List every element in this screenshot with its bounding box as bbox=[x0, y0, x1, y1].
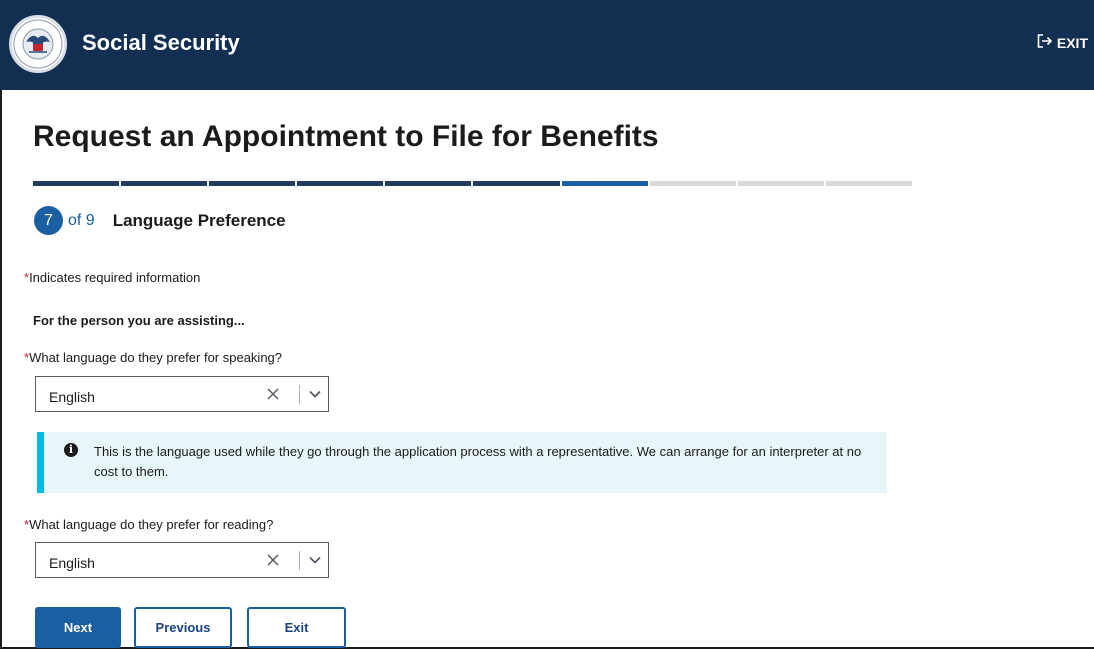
required-note: *Indicates required information bbox=[24, 270, 200, 285]
step-progress-bar bbox=[33, 181, 912, 186]
progress-segment-current bbox=[561, 181, 648, 186]
step-number-badge: 7 bbox=[34, 206, 63, 235]
progress-segment bbox=[385, 181, 472, 186]
progress-segment bbox=[825, 181, 912, 186]
progress-segment bbox=[121, 181, 208, 186]
page-title: Request an Appointment to File for Benef… bbox=[33, 120, 659, 153]
assisting-heading: For the person you are assisting... bbox=[33, 313, 245, 328]
reading-language-select[interactable]: English bbox=[35, 542, 329, 578]
exit-button[interactable]: Exit bbox=[247, 607, 346, 648]
header-exit-link[interactable]: EXIT bbox=[1037, 34, 1088, 51]
progress-segment bbox=[33, 181, 120, 186]
step-total: of 9 bbox=[68, 211, 95, 229]
next-button[interactable]: Next bbox=[35, 607, 121, 648]
info-alert: i This is the language used while they g… bbox=[37, 432, 887, 493]
progress-segment bbox=[649, 181, 736, 186]
info-icon: i bbox=[64, 443, 78, 457]
reading-language-label: *What language do they prefer for readin… bbox=[24, 517, 273, 532]
select-divider bbox=[299, 551, 300, 570]
header-exit-label: EXIT bbox=[1056, 34, 1088, 51]
speaking-language-value: English bbox=[49, 389, 95, 405]
speaking-language-select[interactable]: English bbox=[35, 376, 329, 412]
info-alert-text: This is the language used while they go … bbox=[94, 444, 862, 479]
chevron-down-icon[interactable] bbox=[308, 553, 322, 567]
reading-language-value: English bbox=[49, 555, 95, 571]
speaking-language-label: *What language do they prefer for speaki… bbox=[24, 350, 282, 365]
progress-segment bbox=[473, 181, 560, 186]
site-brand: Social Security bbox=[82, 30, 240, 55]
ssa-seal-logo bbox=[9, 15, 67, 73]
progress-segment bbox=[297, 181, 384, 186]
reading-language-label-text: What language do they prefer for reading… bbox=[29, 517, 274, 532]
step-indicator: 7 of 9 Language Preference bbox=[34, 206, 286, 235]
required-note-text: Indicates required information bbox=[29, 270, 201, 285]
speaking-language-label-text: What language do they prefer for speakin… bbox=[29, 350, 283, 365]
chevron-down-icon[interactable] bbox=[308, 387, 322, 401]
progress-segment bbox=[737, 181, 824, 186]
site-header: Social Security EXIT bbox=[0, 0, 1094, 90]
progress-segment bbox=[209, 181, 296, 186]
close-icon[interactable] bbox=[266, 548, 280, 573]
previous-button[interactable]: Previous bbox=[134, 607, 232, 648]
step-title: Language Preference bbox=[112, 210, 286, 230]
select-divider bbox=[299, 385, 300, 404]
exit-arrow-icon bbox=[1037, 34, 1053, 51]
close-icon[interactable] bbox=[266, 382, 280, 407]
